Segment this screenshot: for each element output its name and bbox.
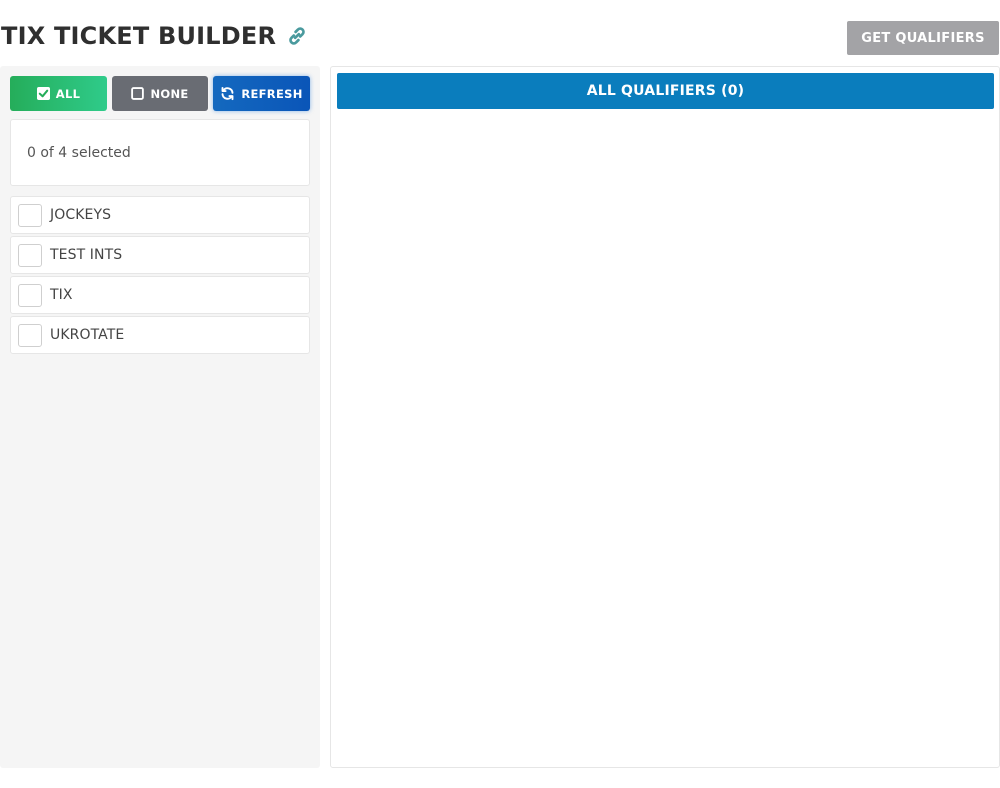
list-item-label: TIX	[50, 287, 73, 303]
refresh-button[interactable]: REFRESH	[213, 76, 310, 111]
list-item-label: UKROTATE	[50, 327, 125, 343]
list-item[interactable]: TEST INTS	[10, 236, 310, 274]
list-item-checkbox[interactable]	[18, 284, 42, 307]
page-title: TIX TICKET BUILDER	[1, 22, 308, 50]
refresh-icon	[220, 86, 235, 101]
list-item[interactable]: JOCKEYS	[10, 196, 310, 234]
refresh-label: REFRESH	[241, 86, 303, 101]
list-item-label: JOCKEYS	[50, 207, 112, 223]
list-item-checkbox[interactable]	[18, 204, 42, 227]
list-item[interactable]: UKROTATE	[10, 316, 310, 354]
group-list: JOCKEYS TEST INTS TIX UKROTATE	[10, 196, 310, 356]
page-header: TIX TICKET BUILDER GET QUALIFIERS	[0, 0, 1000, 66]
select-none-button[interactable]: NONE	[112, 76, 208, 111]
all-qualifiers-header[interactable]: ALL QUALIFIERS (0)	[337, 73, 994, 109]
page-title-text: TIX TICKET BUILDER	[1, 22, 277, 50]
link-icon[interactable]	[286, 25, 308, 47]
checkbox-empty-icon	[131, 87, 145, 100]
get-qualifiers-button[interactable]: GET QUALIFIERS	[847, 21, 999, 55]
selection-button-row: ALL NONE REFRESH	[10, 76, 310, 111]
left-panel: ALL NONE REFRESH 0 of 4 selected JOCKEYS…	[0, 66, 320, 768]
list-item-checkbox[interactable]	[18, 244, 42, 267]
selection-count: 0 of 4 selected	[27, 145, 131, 161]
list-item-checkbox[interactable]	[18, 324, 42, 347]
checkbox-checked-icon	[36, 87, 50, 100]
select-none-label: NONE	[150, 86, 189, 101]
select-all-button[interactable]: ALL	[10, 76, 107, 111]
select-all-label: ALL	[55, 86, 81, 101]
qualifiers-panel: ALL QUALIFIERS (0)	[330, 66, 1000, 768]
list-item[interactable]: TIX	[10, 276, 310, 314]
list-item-label: TEST INTS	[50, 247, 123, 263]
selection-summary: 0 of 4 selected	[10, 119, 310, 186]
